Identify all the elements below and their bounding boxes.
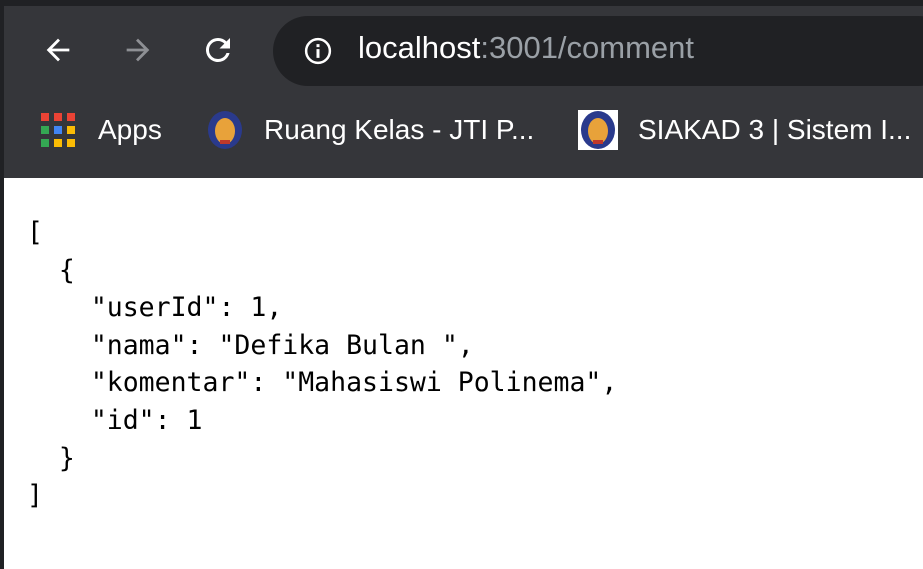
json-line: "id": 1 — [27, 404, 203, 436]
json-line: } — [27, 442, 75, 474]
reload-icon — [205, 37, 230, 62]
back-button[interactable] — [38, 30, 78, 70]
url-text[interactable]: localhost:3001/comment — [358, 30, 694, 66]
url-host: localhost — [358, 30, 481, 65]
json-line: "komentar": "Mahasiswi Polinema", — [27, 367, 618, 399]
reload-button[interactable] — [198, 30, 238, 70]
bookmark-ruang-kelas[interactable]: Ruang Kelas - JTI P... — [206, 110, 534, 150]
json-line: [ — [27, 217, 43, 248]
json-line: { — [27, 254, 75, 286]
apps-grid-icon — [41, 113, 75, 147]
bookmark-label: Apps — [98, 114, 162, 145]
polinema-logo-icon — [208, 111, 242, 149]
arrow-right-icon — [126, 38, 150, 62]
bookmark-label: Ruang Kelas - JTI P... — [264, 114, 535, 145]
bookmark-apps[interactable]: Apps — [40, 110, 162, 150]
arrow-left-icon — [46, 38, 70, 62]
json-line: "nama": "Defika Bulan ", — [27, 329, 474, 361]
window-left-edge — [0, 0, 4, 569]
bookmark-siakad[interactable]: SIAKAD 3 | Sistem I... — [578, 110, 911, 150]
forward-button[interactable] — [118, 30, 158, 70]
site-info-icon[interactable] — [303, 36, 333, 71]
json-line: "userId": 1, — [27, 292, 283, 324]
polinema-logo-icon — [578, 110, 618, 150]
json-response: [ { "userId": 1, "nama": "Defika Bulan "… — [27, 214, 617, 515]
json-line: ] — [27, 480, 43, 512]
url-path: :3001/comment — [480, 30, 695, 65]
bookmark-label: SIAKAD 3 | Sistem I... — [638, 114, 912, 145]
